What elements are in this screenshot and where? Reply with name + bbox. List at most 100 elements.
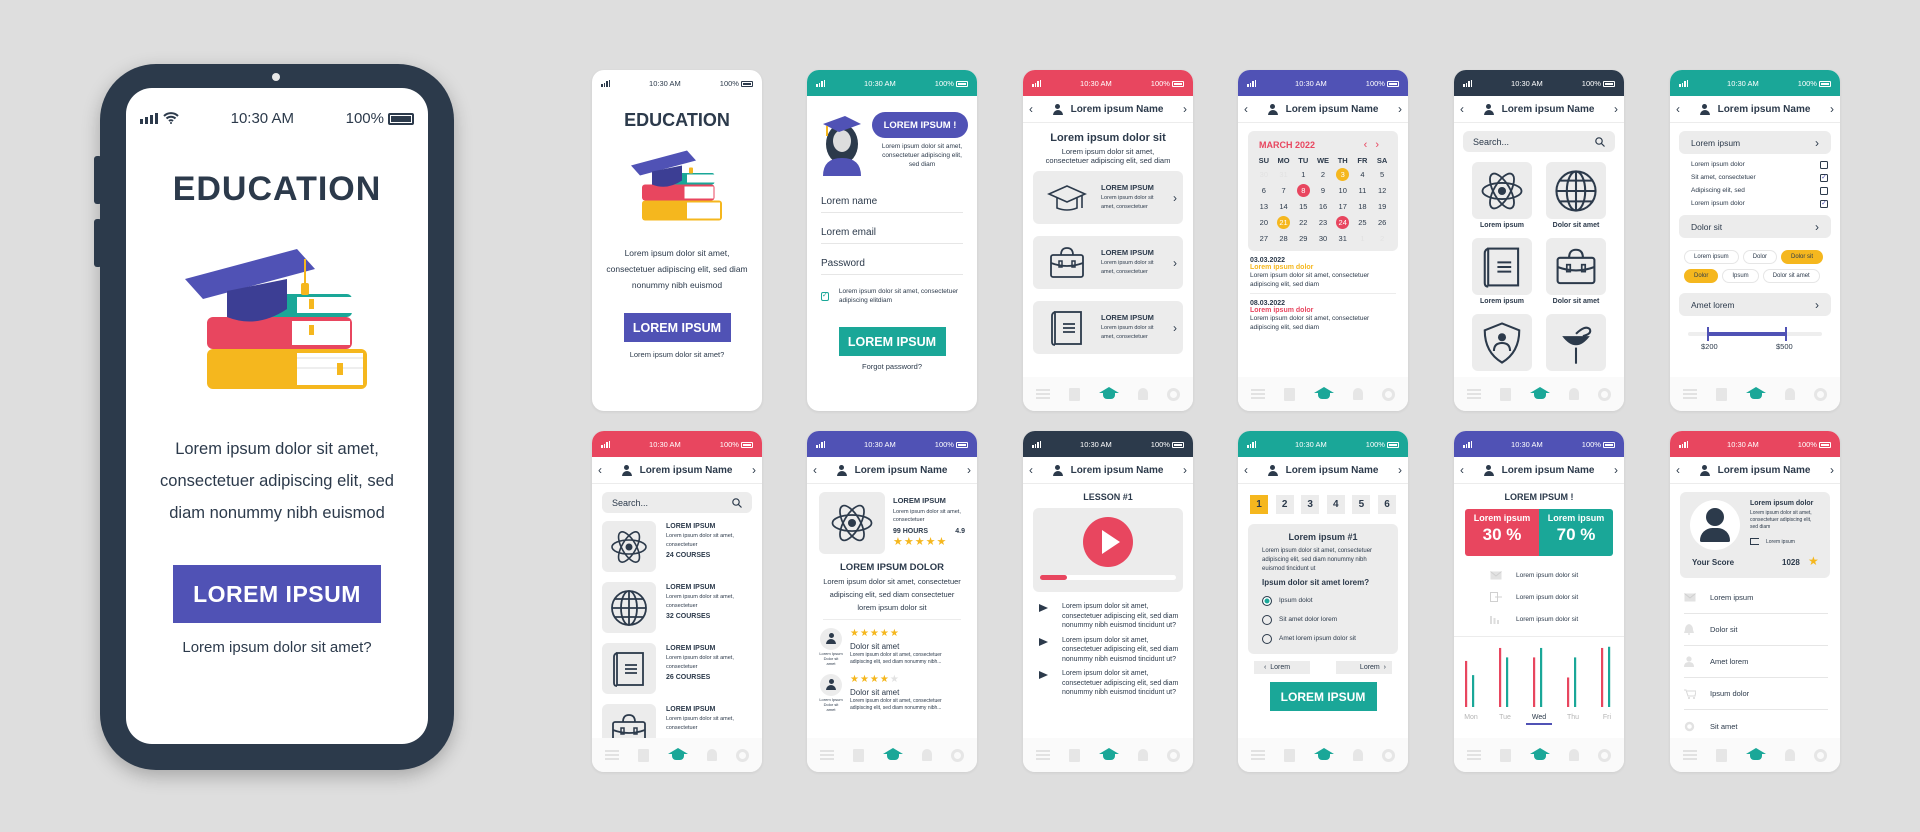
- calendar-day[interactable]: 8: [1296, 184, 1310, 197]
- tick-label[interactable]: Tue: [1499, 714, 1511, 721]
- calendar-day[interactable]: 20: [1257, 216, 1270, 229]
- book-icon[interactable]: [1715, 387, 1727, 401]
- price-range-slider[interactable]: $200 $500: [1688, 326, 1822, 351]
- book-icon[interactable]: [1283, 748, 1295, 762]
- book-icon[interactable]: [1068, 387, 1080, 401]
- forward-chevron-icon[interactable]: ›: [1614, 463, 1618, 477]
- filter-option[interactable]: Adipiscing elit, sed: [1691, 184, 1828, 197]
- book-icon[interactable]: [637, 748, 649, 762]
- calendar-day[interactable]: 30: [1316, 232, 1329, 245]
- graduation-cap-icon[interactable]: [667, 748, 689, 762]
- prev-button[interactable]: ‹ Lorem: [1254, 661, 1310, 674]
- calendar-day[interactable]: 2: [1316, 168, 1329, 181]
- help-link[interactable]: Lorem ipsum dolor sit amet?: [592, 350, 762, 359]
- subject-tile[interactable]: Dolor sit amet: [1546, 238, 1606, 308]
- calendar-day[interactable]: 21: [1277, 216, 1291, 229]
- calendar-day[interactable]: 5: [1376, 168, 1389, 181]
- course-item[interactable]: LOREM IPSUM Lorem ipsum dolor sit amet, c…: [602, 582, 752, 633]
- calendar-day[interactable]: 13: [1257, 200, 1270, 213]
- calendar-day[interactable]: 10: [1336, 184, 1349, 197]
- calendar-day[interactable]: 14: [1277, 200, 1290, 213]
- gear-icon[interactable]: [735, 748, 749, 762]
- calendar-day[interactable]: 12: [1376, 184, 1389, 197]
- graduation-cap-icon[interactable]: [1745, 387, 1767, 401]
- calendar-event[interactable]: 03.03.2022 Lorem ipsum dolor Lorem ipsum d…: [1250, 251, 1396, 294]
- bell-icon[interactable]: [1785, 749, 1796, 761]
- graduation-cap-icon[interactable]: [1313, 748, 1335, 762]
- stats-list-item[interactable]: Lorem ipsum dolor sit: [1490, 608, 1624, 630]
- help-link[interactable]: Lorem ipsum dolor sit amet?: [126, 639, 428, 656]
- calendar-day[interactable]: 2: [1376, 232, 1389, 245]
- gear-icon[interactable]: [1381, 748, 1395, 762]
- graduation-cap-icon[interactable]: [1098, 387, 1120, 401]
- category-card[interactable]: LOREM IPSUM Lorem ipsum dolor sit amet, c…: [1033, 236, 1183, 289]
- forward-chevron-icon[interactable]: ›: [1183, 102, 1187, 116]
- forward-chevron-icon[interactable]: ›: [1830, 463, 1834, 477]
- next-month-icon[interactable]: ›: [1375, 139, 1387, 151]
- filter-tag[interactable]: Ipsum: [1722, 269, 1759, 283]
- forgot-password-link[interactable]: Forgot password?: [807, 362, 977, 371]
- filter-section-2[interactable]: Dolor sit ›: [1679, 215, 1831, 238]
- calendar-day[interactable]: 1: [1356, 232, 1369, 245]
- filter-tag[interactable]: Dolor: [1742, 250, 1778, 264]
- profile-action[interactable]: Lorem ipsum: [1750, 538, 1795, 545]
- graduation-cap-icon[interactable]: [1098, 748, 1120, 762]
- search-input[interactable]: Search...: [602, 492, 752, 513]
- calendar-day[interactable]: 26: [1376, 216, 1389, 229]
- calendar-day[interactable]: 4: [1356, 168, 1369, 181]
- back-chevron-icon[interactable]: ‹: [1460, 102, 1464, 116]
- quiz-option[interactable]: Sit amet dolor lorem: [1262, 610, 1384, 629]
- menu-icon[interactable]: [820, 750, 835, 760]
- checkbox[interactable]: ✓: [1820, 173, 1828, 182]
- book-icon[interactable]: [1499, 748, 1511, 762]
- graduation-cap-icon[interactable]: [1313, 387, 1335, 401]
- calendar-day[interactable]: 28: [1277, 232, 1290, 245]
- calendar-day[interactable]: 17: [1336, 200, 1349, 213]
- back-chevron-icon[interactable]: ‹: [1244, 102, 1248, 116]
- back-chevron-icon[interactable]: ‹: [1029, 463, 1033, 477]
- calendar-day[interactable]: 29: [1297, 232, 1310, 245]
- checkbox[interactable]: [1820, 160, 1828, 169]
- submit-button[interactable]: LOREM IPSUM: [1269, 682, 1377, 711]
- tick-label[interactable]: Thu: [1567, 714, 1579, 721]
- back-chevron-icon[interactable]: ‹: [1676, 463, 1680, 477]
- gear-icon[interactable]: [1597, 748, 1611, 762]
- primary-button[interactable]: LOREM IPSUM: [623, 313, 731, 342]
- filter-tag[interactable]: Dolor sit amet: [1762, 269, 1820, 283]
- calendar-day[interactable]: 27: [1257, 232, 1270, 245]
- forward-chevron-icon[interactable]: ›: [1830, 102, 1834, 116]
- radio-button[interactable]: [1262, 595, 1272, 606]
- gear-icon[interactable]: [950, 748, 964, 762]
- graduation-cap-icon[interactable]: [1529, 387, 1551, 401]
- search-icon[interactable]: [1595, 136, 1605, 147]
- subject-tile[interactable]: Lorem ipsum: [1472, 162, 1532, 232]
- profile-menu-item[interactable]: Amet lorem: [1684, 646, 1828, 678]
- checkbox[interactable]: [1820, 186, 1828, 195]
- gear-icon[interactable]: [1813, 387, 1827, 401]
- course-item[interactable]: LOREM IPSUM Lorem ipsum dolor sit amet, c…: [602, 643, 752, 694]
- forward-chevron-icon[interactable]: ›: [1183, 463, 1187, 477]
- forward-chevron-icon[interactable]: ›: [967, 463, 971, 477]
- calendar-day[interactable]: 30: [1257, 168, 1270, 181]
- bell-icon[interactable]: [1138, 388, 1149, 400]
- calendar-day[interactable]: 18: [1356, 200, 1369, 213]
- tick-label[interactable]: Mon: [1464, 714, 1478, 721]
- primary-button[interactable]: LOREM IPSUM: [838, 327, 946, 356]
- bell-icon[interactable]: [1353, 749, 1364, 761]
- menu-icon[interactable]: [1251, 750, 1266, 760]
- menu-icon[interactable]: [605, 750, 620, 760]
- filter-option[interactable]: Lorem ipsum dolor ✓: [1691, 197, 1828, 210]
- menu-icon[interactable]: [1467, 750, 1482, 760]
- calendar-day[interactable]: 25: [1356, 216, 1369, 229]
- calendar-day[interactable]: 7: [1277, 184, 1290, 197]
- range-min-handle[interactable]: [1707, 327, 1709, 341]
- book-icon[interactable]: [1283, 387, 1295, 401]
- quiz-step[interactable]: 4: [1326, 495, 1345, 514]
- next-button[interactable]: Lorem ›: [1336, 661, 1392, 674]
- bell-icon[interactable]: [1353, 388, 1364, 400]
- bell-icon[interactable]: [1785, 388, 1796, 400]
- forward-chevron-icon[interactable]: ›: [1614, 102, 1618, 116]
- quiz-option[interactable]: Amet lorem ipsum dolor sit: [1262, 629, 1384, 648]
- category-card[interactable]: LOREM IPSUM Lorem ipsum dolor sit amet, c…: [1033, 171, 1183, 224]
- quiz-step[interactable]: 5: [1352, 495, 1371, 514]
